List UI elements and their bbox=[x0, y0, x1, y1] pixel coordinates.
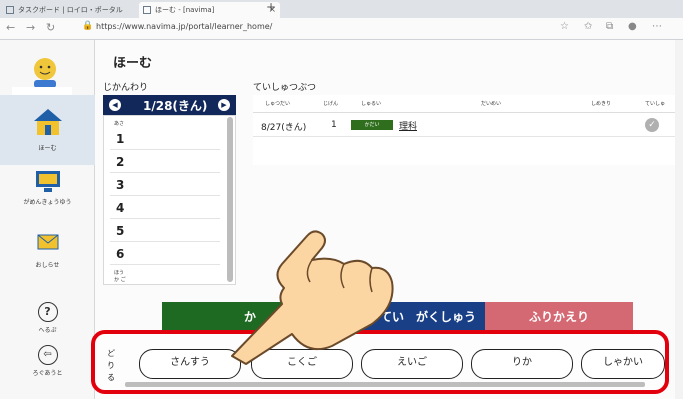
timetable-date: 1/28(きん) bbox=[143, 99, 208, 113]
morning-label: あさ bbox=[114, 121, 125, 127]
favorites-icon[interactable]: ✩ bbox=[584, 21, 592, 32]
sidebar-item-logout[interactable]: ⇦ ろぐあうと bbox=[0, 345, 95, 377]
forward-arrow-icon[interactable]: → bbox=[26, 21, 35, 34]
timetable-date-header: ◀ 1/28(きん) ▶ bbox=[103, 95, 236, 115]
tab-tasuku-board[interactable]: タスクボード | ロイロ・ポータル × bbox=[2, 2, 153, 18]
prev-day-button[interactable]: ◀ bbox=[109, 99, 121, 111]
tab-navima-home[interactable]: ほーむ - [navima] × bbox=[139, 2, 280, 18]
star-icon[interactable]: ☆ bbox=[560, 21, 569, 32]
column-header[interactable]: じげん bbox=[323, 100, 338, 107]
table-row[interactable]: 8/27(きん) 1 かだい 理科 ✓ bbox=[253, 113, 675, 137]
refresh-icon[interactable]: ↻ bbox=[46, 21, 55, 34]
column-header[interactable]: ていしゅ bbox=[645, 100, 665, 107]
column-header[interactable]: しゅるい bbox=[361, 100, 381, 107]
subject-button-rika[interactable]: りか bbox=[471, 349, 573, 379]
sidebar-item-notice[interactable]: おしらせ bbox=[0, 230, 95, 269]
url-field[interactable]: https://www.navima.jp/portal/learner_hom… bbox=[96, 22, 272, 31]
help-icon: ? bbox=[37, 302, 58, 322]
submissions-label: ていしゅつぶつ bbox=[253, 83, 317, 93]
next-day-button[interactable]: ▶ bbox=[218, 99, 230, 111]
browser-tab-bar: タスクボード | ロイロ・ポータル × ほーむ - [navima] × + bbox=[0, 0, 683, 18]
subject-button-shakai[interactable]: しゃかい bbox=[581, 349, 665, 379]
sidebar-item-label: おしらせ bbox=[35, 262, 60, 269]
house-icon bbox=[33, 109, 62, 135]
table-header: しゅつだい じげん しゅるい だいめい しめきり ていしゅ bbox=[253, 95, 675, 113]
avatar bbox=[34, 58, 56, 88]
sidebar-item-label: へるぷ bbox=[38, 327, 57, 334]
sidebar-item-label: がめんきょうゆう bbox=[23, 199, 72, 206]
more-icon[interactable]: ⋯ bbox=[652, 21, 662, 32]
column-header[interactable]: しゅつだい bbox=[265, 100, 290, 107]
sidebar-item-home[interactable]: ほーむ bbox=[0, 95, 95, 165]
column-header[interactable]: しめきり bbox=[591, 100, 611, 107]
lock-icon: 🔒 bbox=[82, 21, 94, 31]
reflection-button[interactable]: ふりかえり bbox=[485, 302, 633, 332]
submissions-table: しゅつだい じげん しゅるい だいめい しめきり ていしゅ 8/27(きん) 1… bbox=[253, 95, 675, 165]
subject-bar-scrollbar[interactable] bbox=[125, 382, 645, 387]
period-row[interactable]: 1 bbox=[110, 128, 220, 150]
row-date: 8/27(きん) bbox=[261, 123, 307, 133]
column-header[interactable]: だいめい bbox=[481, 100, 501, 107]
back-arrow-icon[interactable]: ← bbox=[6, 21, 15, 34]
after-school-label: ほうか ご bbox=[114, 270, 126, 283]
logout-icon: ⇦ bbox=[37, 345, 58, 365]
profile-icon[interactable]: ● bbox=[628, 21, 637, 32]
period-row[interactable]: 6 bbox=[110, 243, 220, 265]
sidebar-item-label: ほーむ bbox=[38, 145, 57, 152]
address-bar: ← → ↻ 🔒 https://www.navima.jp/portal/lea… bbox=[0, 18, 683, 40]
sidebar-item-label: ろぐあうと bbox=[32, 370, 63, 377]
app-sidebar: ほーむ がめんきょうゆう おしらせ ? へるぷ ⇦ ろぐあうと bbox=[0, 40, 95, 399]
tab-label: ほーむ - [navima] bbox=[155, 6, 215, 14]
type-badge: かだい bbox=[351, 120, 393, 130]
sidebar-item-screen-share[interactable]: がめんきょうゆう bbox=[0, 170, 95, 206]
mail-icon bbox=[37, 234, 58, 250]
row-period: 1 bbox=[331, 120, 337, 130]
timetable-label: じかんわり bbox=[103, 83, 149, 93]
new-tab-button[interactable]: + bbox=[266, 0, 276, 14]
period-row[interactable]: 2 bbox=[110, 151, 220, 173]
tab-label: タスクボード | ロイロ・ポータル bbox=[18, 6, 123, 14]
screen-share-icon bbox=[35, 171, 60, 192]
row-title[interactable]: 理科 bbox=[399, 119, 417, 132]
page-icon bbox=[143, 6, 151, 14]
period-row[interactable]: 4 bbox=[110, 197, 220, 219]
collections-icon[interactable]: ⧉ bbox=[606, 21, 613, 32]
pointing-hand-icon bbox=[231, 230, 394, 365]
check-icon: ✓ bbox=[645, 118, 659, 132]
period-row[interactable]: 5 bbox=[110, 220, 220, 242]
page-title: ほーむ bbox=[113, 56, 153, 71]
sidebar-item-help[interactable]: ? へるぷ bbox=[0, 302, 95, 334]
period-row[interactable]: 3 bbox=[110, 174, 220, 196]
drill-label[interactable]: どり る bbox=[107, 348, 121, 384]
page-icon bbox=[6, 6, 14, 14]
